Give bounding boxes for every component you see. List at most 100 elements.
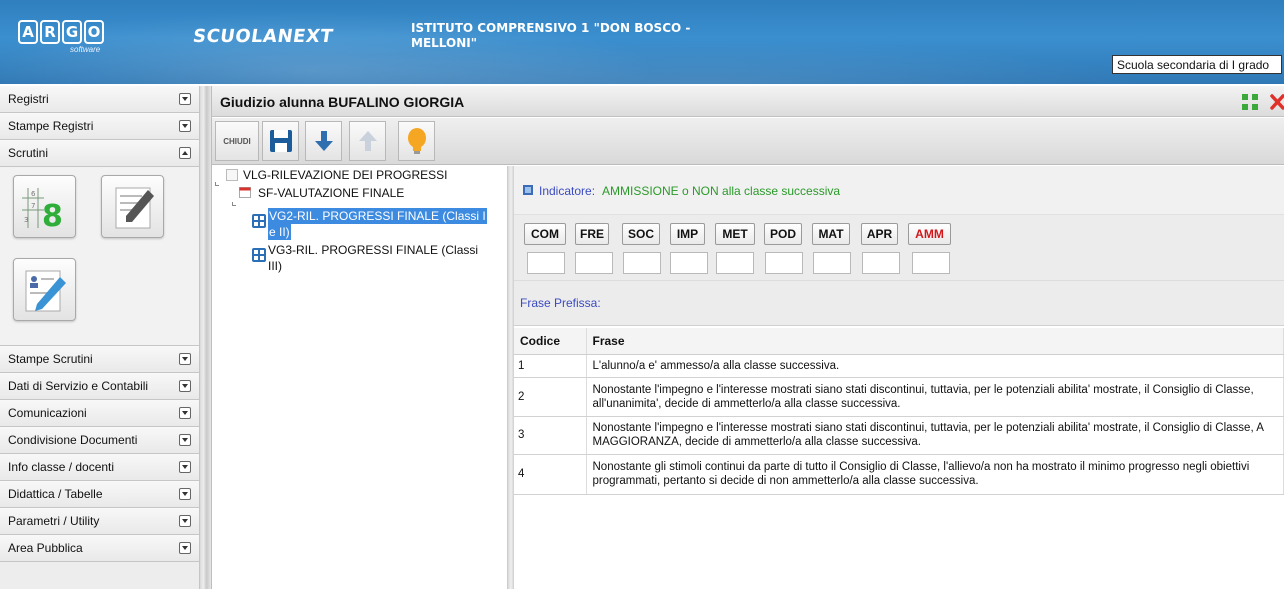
sidebar-item-condivisione[interactable]: Condivisione Documenti: [0, 427, 199, 454]
sidebar-item-label: Registri: [8, 92, 49, 106]
close-button[interactable]: CHIUDI: [215, 121, 259, 161]
voti-tile-button[interactable]: 6 7 3 8: [13, 175, 76, 238]
phrases-table: Codice Frase 1 L'alunno/a e' ammesso/a a…: [514, 328, 1284, 495]
chevron-down-icon[interactable]: [179, 120, 191, 132]
cell-phrase: Nonostante l'impegno e l'interesse mostr…: [586, 416, 1284, 455]
prefix-bar: Frase Prefissa:: [514, 280, 1284, 326]
column-header-frase[interactable]: Frase: [586, 328, 1284, 355]
sidebar-splitter[interactable]: [200, 86, 212, 589]
sidebar-item-label: Didattica / Tabelle: [8, 487, 103, 501]
code-button-apr[interactable]: APR: [861, 223, 898, 245]
sidebar-item-info-classe[interactable]: Info classe / docenti: [0, 454, 199, 481]
table-row[interactable]: 1 L'alunno/a e' ammesso/a alla classe su…: [514, 354, 1284, 378]
chevron-down-icon[interactable]: [179, 93, 191, 105]
sidebar-item-label: Stampe Registri: [8, 119, 94, 133]
code-button-soc[interactable]: SOC: [622, 223, 660, 245]
chevron-down-icon[interactable]: [179, 461, 191, 473]
save-button[interactable]: [262, 121, 299, 161]
sidebar-item-area-pubblica[interactable]: Area Pubblica: [0, 535, 199, 562]
close-icon[interactable]: [1269, 93, 1284, 111]
code-input-fre[interactable]: [575, 252, 613, 274]
table-row[interactable]: 2 Nonostante l'impegno e l'interesse mos…: [514, 377, 1284, 417]
logo-letter: O: [84, 20, 104, 44]
chevron-down-icon[interactable]: [179, 434, 191, 446]
brand-name: SCUOLANEXT: [191, 26, 335, 47]
table-row[interactable]: 4 Nonostante gli stimoli continui da par…: [514, 454, 1284, 495]
school-name: ISTITUTO COMPRENSIVO 1 "DON BOSCO - MELL…: [411, 21, 691, 50]
sidebar-item-label: Scrutini: [8, 146, 49, 160]
close-button-label: CHIUDI: [223, 136, 251, 146]
tree-leaf-label-line1: VG2-RIL. PROGRESSI FINALE (Classi I: [268, 208, 487, 224]
sidebar-item-dati-servizio[interactable]: Dati di Servizio e Contabili: [0, 373, 199, 400]
column-header-codice[interactable]: Codice: [514, 328, 587, 355]
cell-code: 2: [514, 377, 587, 417]
code-button-mat[interactable]: MAT: [812, 223, 850, 245]
chevron-down-icon[interactable]: [179, 515, 191, 527]
arrow-up-icon: [358, 131, 377, 151]
code-button-fre[interactable]: FRE: [575, 223, 609, 245]
cell-phrase: Nonostante gli stimoli continui da parte…: [586, 454, 1284, 495]
grades-grid-icon: 6 7 3 8: [22, 188, 63, 234]
move-up-button[interactable]: [349, 121, 386, 161]
tree-node-child[interactable]: SF-VALUTAZIONE FINALE: [258, 186, 404, 200]
code-button-amm[interactable]: AMM: [908, 223, 951, 245]
folder-icon: [226, 169, 238, 181]
sidebar-item-scrutini[interactable]: Scrutini: [0, 140, 199, 167]
cell-code: 1: [514, 354, 587, 378]
logo-letter: G: [62, 20, 82, 44]
code-button-pod[interactable]: POD: [764, 223, 802, 245]
tree-leaf-label-line2: e II): [268, 224, 291, 240]
code-input-pod[interactable]: [765, 252, 803, 274]
calendar-icon: [239, 187, 251, 198]
svg-text:6: 6: [31, 190, 36, 198]
code-input-imp[interactable]: [670, 252, 708, 274]
code-input-met[interactable]: [716, 252, 754, 274]
code-input-soc[interactable]: [623, 252, 661, 274]
scheda-alunno-tile-button[interactable]: [13, 258, 76, 321]
move-down-button[interactable]: [305, 121, 342, 161]
code-input-mat[interactable]: [813, 252, 851, 274]
maximize-icon[interactable]: [1241, 93, 1259, 111]
indicator-bar: Indicatore: AMMISSIONE o NON alla classe…: [514, 166, 1284, 214]
chevron-down-icon[interactable]: [179, 488, 191, 500]
suggestion-button[interactable]: [398, 121, 435, 161]
tree-leaf[interactable]: VG3-RIL. PROGRESSI FINALE (Classi III): [252, 242, 507, 274]
sidebar-item-didattica[interactable]: Didattica / Tabelle: [0, 481, 199, 508]
code-input-apr[interactable]: [862, 252, 900, 274]
prefix-label: Frase Prefissa:: [520, 296, 601, 310]
code-button-met[interactable]: MET: [715, 223, 755, 245]
scrutini-panel: 6 7 3 8: [0, 167, 199, 346]
sidebar-item-comunicazioni[interactable]: Comunicazioni: [0, 400, 199, 427]
svg-text:8: 8: [42, 199, 63, 234]
grid-icon: [252, 214, 266, 228]
chevron-up-icon[interactable]: [179, 147, 191, 159]
tree-leaf-label-line2: III): [268, 259, 282, 273]
chevron-down-icon[interactable]: [179, 407, 191, 419]
sidebar-item-stampe-scrutini[interactable]: Stampe Scrutini: [0, 346, 199, 373]
school-type-select[interactable]: Scuola secondaria di I grado: [1112, 55, 1282, 74]
sidebar-item-stampe-registri[interactable]: Stampe Registri: [0, 113, 199, 140]
code-input-amm[interactable]: [912, 252, 950, 274]
sidebar-item-registri[interactable]: Registri: [0, 86, 199, 113]
sidebar-item-label: Parametri / Utility: [8, 514, 100, 528]
tree-expander-icon[interactable]: [232, 202, 236, 206]
chevron-down-icon[interactable]: [179, 353, 191, 365]
code-input-com[interactable]: [527, 252, 565, 274]
giudizi-tile-button[interactable]: [101, 175, 164, 238]
code-button-imp[interactable]: IMP: [670, 223, 705, 245]
logo-letter: R: [40, 20, 60, 44]
chevron-down-icon[interactable]: [179, 380, 191, 392]
tree-leaf-selected[interactable]: VG2-RIL. PROGRESSI FINALE (Classi I e II…: [252, 208, 507, 240]
sidebar-item-label: Area Pubblica: [8, 541, 83, 555]
table-row[interactable]: 3 Nonostante l'impegno e l'interesse mos…: [514, 416, 1284, 455]
tree-node-root[interactable]: VLG-RILEVAZIONE DEI PROGRESSI: [243, 168, 448, 182]
tree-leaf-label-line1: VG3-RIL. PROGRESSI FINALE (Classi: [268, 243, 479, 257]
logo-subtitle: software: [70, 45, 101, 54]
tree-expander-icon[interactable]: [215, 182, 219, 186]
sidebar-item-label: Stampe Scrutini: [8, 352, 93, 366]
chevron-down-icon[interactable]: [179, 542, 191, 554]
sidebar-item-parametri[interactable]: Parametri / Utility: [0, 508, 199, 535]
grid-icon: [252, 248, 266, 262]
sidebar-item-label: Condivisione Documenti: [8, 433, 138, 447]
code-button-com[interactable]: COM: [524, 223, 566, 245]
